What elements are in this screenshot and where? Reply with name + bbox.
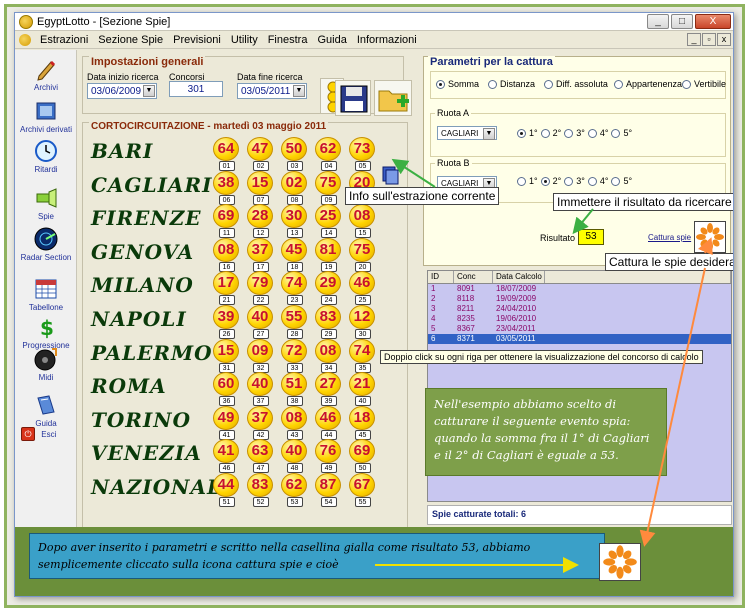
immettere-arrow [572,208,594,235]
app-window: EgyptLotto - [Sezione Spie] _ □ X Estraz… [14,12,734,597]
info-arrow [391,158,436,188]
cattura-arrow-up [698,237,713,256]
arrows-overlay [375,158,713,573]
cattura-arrow-down [639,267,706,547]
